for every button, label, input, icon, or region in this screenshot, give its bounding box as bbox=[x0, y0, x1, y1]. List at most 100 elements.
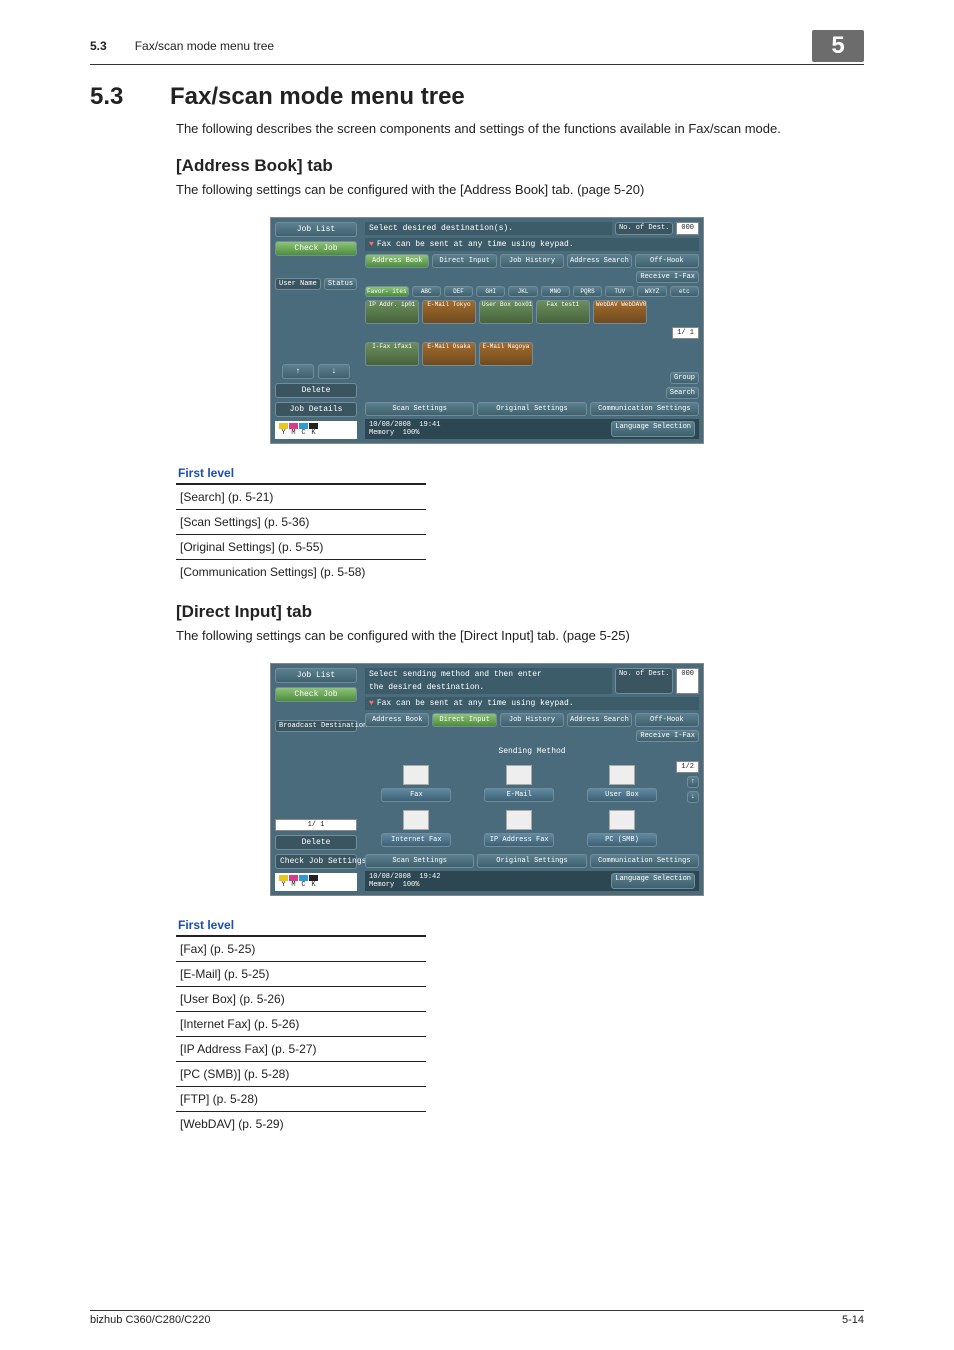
dest-nagoya[interactable]: E-Mail Nagoya bbox=[479, 342, 533, 366]
alpha-ghi[interactable]: GHI bbox=[476, 286, 505, 297]
scan-settings-button[interactable]: Scan Settings bbox=[365, 402, 474, 416]
footer-page: 5-14 bbox=[842, 1314, 864, 1326]
table-header: First level bbox=[176, 462, 426, 484]
status-bar: 10/08/2008 19:42Memory 100% Language Sel… bbox=[365, 871, 699, 891]
receive-ifax-button[interactable]: Receive I-Fax bbox=[636, 271, 699, 283]
tab-direct-input[interactable]: Direct Input bbox=[432, 713, 496, 727]
toner-indicator: Y M C K bbox=[275, 873, 357, 891]
tab-off-hook[interactable]: Off-Hook bbox=[635, 713, 699, 727]
check-job-settings-button[interactable]: Check Job Settings bbox=[275, 854, 357, 869]
alpha-def[interactable]: DEF bbox=[444, 286, 473, 297]
alpha-pqrs[interactable]: PQRS bbox=[573, 286, 602, 297]
method-ipfax-icon bbox=[506, 810, 532, 830]
communication-settings-button[interactable]: Communication Settings bbox=[590, 402, 699, 416]
alpha-wxyz[interactable]: WXYZ bbox=[637, 286, 666, 297]
dest-ifax1[interactable]: I-Fax ifax1 bbox=[365, 342, 419, 366]
page-indicator: 1/ 1 bbox=[275, 819, 357, 831]
tab-job-history[interactable]: Job History bbox=[500, 713, 564, 727]
method-userbox-icon bbox=[609, 765, 635, 785]
group-button[interactable]: Group bbox=[670, 372, 699, 384]
tab-job-history[interactable]: Job History bbox=[500, 254, 564, 268]
message-line-1b: the desired destination. bbox=[365, 681, 612, 694]
direct-tab-heading: [Direct Input] tab bbox=[176, 602, 864, 622]
main-tabs: Address Book Direct Input Job History Ad… bbox=[365, 713, 699, 727]
method-ifax[interactable]: Internet Fax bbox=[381, 810, 451, 847]
message-line-1: Select desired destination(s). bbox=[365, 222, 612, 235]
dest-box01[interactable]: User Box box01 bbox=[479, 300, 533, 324]
alpha-tabs: Favor- ites ABC DEF GHI JKL MNO PQRS TUV… bbox=[365, 286, 699, 297]
arrow-down-icon[interactable]: ↓ bbox=[687, 791, 699, 803]
broadcast-destinations-label: Broadcast Destinations bbox=[275, 720, 357, 732]
dest-osaka[interactable]: E-Mail Osaka bbox=[422, 342, 476, 366]
page-indicator: 1/ 1 bbox=[672, 327, 699, 339]
alpha-mno[interactable]: MNO bbox=[541, 286, 570, 297]
table-row: [IP Address Fax] (p. 5-27) bbox=[176, 1037, 426, 1062]
job-details-button[interactable]: Job Details bbox=[275, 402, 357, 417]
table-row: [Scan Settings] (p. 5-36) bbox=[176, 510, 426, 535]
dest-tokyo[interactable]: E-Mail Tokyo bbox=[422, 300, 476, 324]
table-row: [E-Mail] (p. 5-25) bbox=[176, 962, 426, 987]
alpha-jkl[interactable]: JKL bbox=[508, 286, 537, 297]
language-selection-button[interactable]: Language Selection bbox=[611, 873, 695, 889]
table-row: [Original Settings] (p. 5-55) bbox=[176, 535, 426, 560]
job-list-button[interactable]: Job List bbox=[275, 668, 357, 683]
alpha-etc[interactable]: etc bbox=[670, 286, 699, 297]
header-section-title: Fax/scan mode menu tree bbox=[135, 39, 274, 53]
status-button[interactable]: Status bbox=[324, 278, 357, 290]
destination-grid: IP Addr. ip01E-Mail TokyoUser Box box01F… bbox=[365, 300, 699, 324]
scan-settings-button[interactable]: Scan Settings bbox=[365, 854, 474, 868]
arrow-up-icon[interactable]: ↑ bbox=[282, 364, 314, 379]
direct-input-screenshot: Job List Check Job Broadcast Destination… bbox=[270, 663, 702, 896]
table-row: [Search] (p. 5-21) bbox=[176, 484, 426, 510]
method-ifax-icon bbox=[403, 810, 429, 830]
communication-settings-button[interactable]: Communication Settings bbox=[590, 854, 699, 868]
dest-webdav01[interactable]: WebDAV WebDAV01 bbox=[593, 300, 647, 324]
method-fax[interactable]: Fax bbox=[381, 765, 451, 802]
method-pcsmb-label: PC (SMB) bbox=[587, 833, 657, 847]
page-indicator-right: 1/2 bbox=[676, 761, 699, 773]
dest-test1[interactable]: Fax test1 bbox=[536, 300, 590, 324]
search-button[interactable]: Search bbox=[666, 387, 699, 399]
intro-text: The following describes the screen compo… bbox=[176, 121, 864, 136]
method-userbox[interactable]: User Box bbox=[587, 765, 657, 802]
original-settings-button[interactable]: Original Settings bbox=[477, 402, 586, 416]
table-row: [WebDAV] (p. 5-29) bbox=[176, 1112, 426, 1137]
tab-address-book[interactable]: Address Book bbox=[365, 254, 429, 268]
method-fax-icon bbox=[403, 765, 429, 785]
method-pcsmb-icon bbox=[609, 810, 635, 830]
job-list-button[interactable]: Job List bbox=[275, 222, 357, 237]
method-email[interactable]: E-Mail bbox=[484, 765, 554, 802]
delete-button[interactable]: Delete bbox=[275, 383, 357, 398]
alpha-favorites[interactable]: Favor- ites bbox=[365, 286, 409, 297]
original-settings-button[interactable]: Original Settings bbox=[477, 854, 586, 868]
page-footer: bizhub C360/C280/C220 5-14 bbox=[90, 1310, 864, 1326]
tab-off-hook[interactable]: Off-Hook bbox=[635, 254, 699, 268]
delete-button[interactable]: Delete bbox=[275, 835, 357, 850]
method-email-label: E-Mail bbox=[484, 788, 554, 802]
check-job-button[interactable]: Check Job bbox=[275, 241, 357, 256]
alpha-tuv[interactable]: TUV bbox=[605, 286, 634, 297]
table-header: First level bbox=[176, 914, 426, 936]
address-tab-desc: The following settings can be configured… bbox=[176, 182, 864, 197]
toner-indicator: Y M C K bbox=[275, 421, 357, 439]
language-selection-button[interactable]: Language Selection bbox=[611, 421, 695, 437]
table-row: [User Box] (p. 5-26) bbox=[176, 987, 426, 1012]
dest-ip01[interactable]: IP Addr. ip01 bbox=[365, 300, 419, 324]
tab-address-search[interactable]: Address Search bbox=[567, 254, 631, 268]
main-tabs: Address Book Direct Input Job History Ad… bbox=[365, 254, 699, 268]
method-ipfax[interactable]: IP Address Fax bbox=[484, 810, 554, 847]
page-title: 5.3 Fax/scan mode menu tree bbox=[90, 83, 864, 111]
tab-address-search[interactable]: Address Search bbox=[567, 713, 631, 727]
bottom-tabs: Scan Settings Original Settings Communic… bbox=[365, 402, 699, 416]
receive-ifax-button[interactable]: Receive I-Fax bbox=[636, 730, 699, 742]
alpha-abc[interactable]: ABC bbox=[412, 286, 441, 297]
method-pcsmb[interactable]: PC (SMB) bbox=[587, 810, 657, 847]
tab-direct-input[interactable]: Direct Input bbox=[432, 254, 496, 268]
address-first-level-table: First level [Search] (p. 5-21)[Scan Sett… bbox=[176, 462, 426, 584]
tab-address-book[interactable]: Address Book bbox=[365, 713, 429, 727]
check-job-button[interactable]: Check Job bbox=[275, 687, 357, 702]
sending-method-label: Sending Method bbox=[365, 745, 699, 758]
table-row: [Internet Fax] (p. 5-26) bbox=[176, 1012, 426, 1037]
arrow-up-icon[interactable]: ↑ bbox=[687, 776, 699, 788]
arrow-down-icon[interactable]: ↓ bbox=[318, 364, 350, 379]
